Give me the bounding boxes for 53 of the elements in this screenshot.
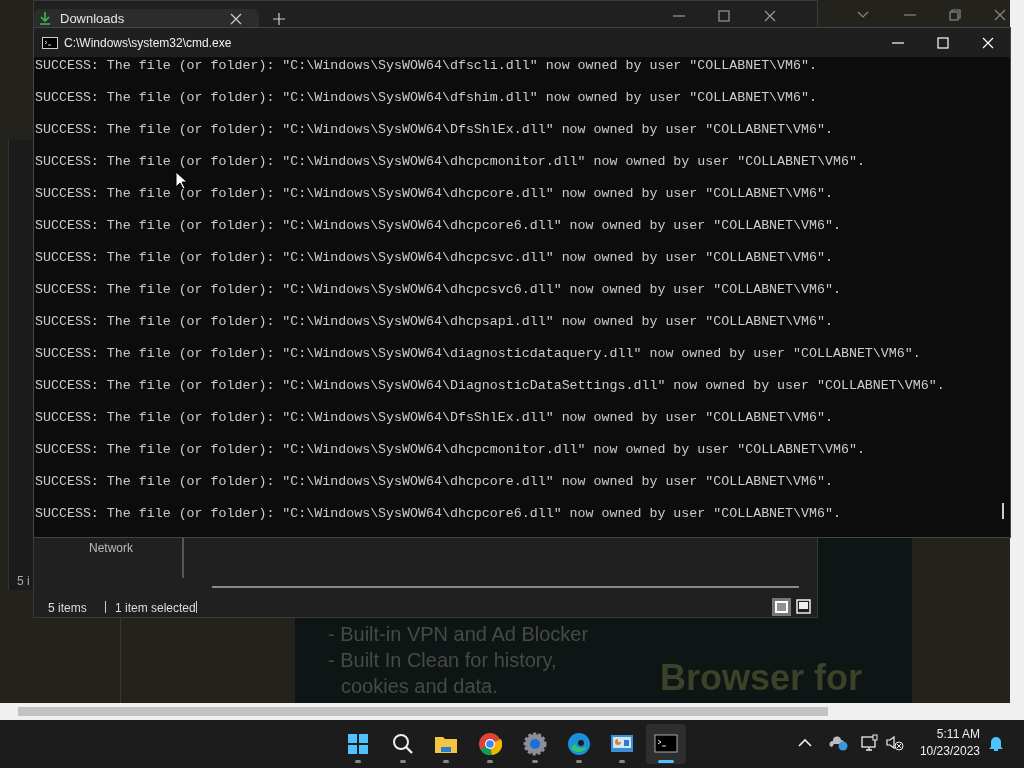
vertical-scrollbar[interactable] [1010, 0, 1024, 720]
ad-text: - Built-in VPN and Ad Blocker [328, 622, 589, 647]
network-nav-item[interactable]: Network [89, 541, 133, 555]
clock-date[interactable]: 10/23/2023 [919, 743, 980, 760]
console-line: SUCCESS: The file (or folder): "C:\Windows\SysWOW64\DfsShlEx.dll" now owned by user "COLLABNET\VM6". [34, 122, 833, 138]
console-line: SUCCESS: The file (or folder): "C:\Windows\SysWOW64\dhcpcore6.dll" now owned by user "COLLABNET\VM6". [34, 506, 841, 522]
tab-title: Downloads [60, 11, 125, 26]
clock-time[interactable]: 5:11 AM [936, 726, 980, 743]
monitor-icon[interactable] [861, 734, 879, 752]
restore-icon[interactable] [948, 8, 962, 22]
console-line: SUCCESS: The file (or folder): "C:\Windows\SysWOW64\dfscli.dll" now owned by user "COLLABNET\VM6". [34, 58, 817, 74]
console-line: SUCCESS: The file (or folder): "C:\Windows\SysWOW64\dhcpcore6.dll" now owned by user "COLLABNET\VM6". [34, 218, 841, 234]
console-line: SUCCESS: The file (or folder): "C:\Windows\SysWOW64\dhcpcore.dll" now owned by user "COLLABNET\VM6". [34, 186, 833, 202]
window-title: C:\Windows\system32\cmd.exe [64, 34, 232, 52]
console-line: SUCCESS: The file (or folder): "C:\Windows\SysWOW64\dfshim.dll" now owned by user "COLLABNET\VM6". [34, 90, 817, 106]
download-icon [38, 11, 52, 25]
console-line: SUCCESS: The file (or folder): "C:\Windows\SysWOW64\dhcpcsvc6.dll" now owned by user "COLLABNET\VM6". [34, 282, 841, 298]
taskbar-app-button[interactable] [646, 724, 686, 764]
search-icon [391, 732, 415, 756]
status-text: 5 items [48, 600, 87, 617]
console-line: SUCCESS: The file (or folder): "C:\Windows\SysWOW64\dhcpcmonitor.dll" now owned by user "COLLABNET\VM6". [34, 154, 865, 170]
close-icon[interactable] [763, 9, 777, 23]
console-line: SUCCESS: The file (or folder): "C:\Windows\SysWOW64\dhcpcore.dll" now owned by user "COLLABNET\VM6". [34, 474, 833, 490]
mouse-pointer-icon [175, 171, 187, 189]
notification-bell-icon[interactable] [988, 734, 1004, 752]
ad-text: cookies and data. [341, 674, 498, 699]
text-cursor [1002, 503, 1004, 519]
tiles-view-icon[interactable] [796, 599, 811, 614]
close-icon[interactable] [230, 13, 242, 25]
console-line: SUCCESS: The file (or folder): "C:\Windows\SysWOW64\diagnosticdataquery.dll" now owned by user "COLLABNET\VM6". [34, 346, 921, 362]
details-view-button[interactable] [772, 598, 791, 616]
console-line: SUCCESS: The file (or folder): "C:\Windows\SysWOW64\dhcpcsvc.dll" now owned by user "COLLABNET\VM6". [34, 250, 833, 266]
maximize-icon[interactable] [717, 9, 731, 23]
start-icon [346, 732, 370, 756]
console-line: SUCCESS: The file (or folder): "C:\Windows\SysWOW64\DiagnosticDataSettings.dll" now owned by user "COLLABNET\VM6". [34, 378, 945, 394]
chrome-icon [478, 732, 502, 756]
console-line: SUCCESS: The file (or folder): "C:\Windows\SysWOW64\DfsShlEx.dll" now owned by user "COLLABNET\VM6". [34, 410, 833, 426]
status-text: 1 item selected [115, 600, 196, 617]
status-text: 5 i [17, 573, 30, 590]
edge-icon [567, 732, 591, 756]
console-line: SUCCESS: The file (or folder): "C:\Windows\SysWOW64\dhcpcmonitor.dll" now owned by user "COLLABNET\VM6". [34, 442, 865, 458]
gear-icon [523, 732, 547, 756]
console-line: SUCCESS: The file (or folder): "C:\Windows\SysWOW64\dhcpsapi.dll" now owned by user "COLLABNET\VM6". [34, 314, 833, 330]
cloud-icon[interactable] [829, 735, 849, 751]
list-icon [775, 601, 788, 613]
horizontal-scrollbar[interactable] [0, 703, 1010, 720]
scrollbar-thumb[interactable] [18, 707, 828, 716]
console-icon [654, 732, 678, 756]
ad-text: - Built In Clean for history, [328, 648, 557, 673]
chevron-up-icon[interactable] [798, 738, 812, 748]
muted-speaker-icon[interactable] [886, 735, 904, 751]
plus-icon[interactable] [273, 13, 285, 25]
console-icon [42, 36, 58, 49]
